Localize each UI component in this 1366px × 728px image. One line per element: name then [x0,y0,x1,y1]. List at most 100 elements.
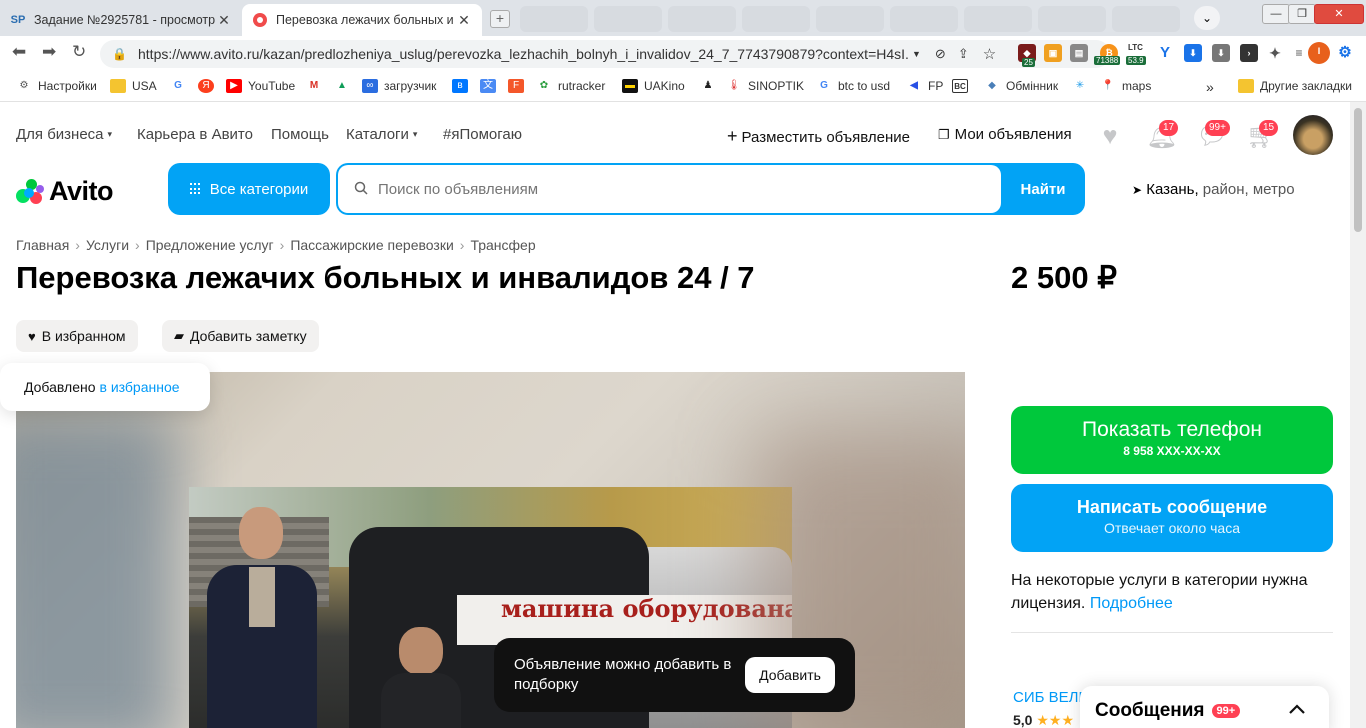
nav-help[interactable]: Помощь [271,126,329,143]
bookmark-figure[interactable]: ♟ [700,79,722,93]
bookmark-settings[interactable]: ⚙ Настройки [16,79,97,93]
close-tab-icon[interactable]: ✕ [216,12,232,29]
bookmark-bc[interactable]: BC [952,79,974,93]
address-bar[interactable]: 🔒 https://www.avito.ru/kazan/predlozheni… [100,40,1110,68]
breadcrumb-item[interactable]: Услуги [86,237,129,253]
bookmark-uakino[interactable]: ▬ UAKino [622,79,685,93]
tab-task[interactable]: SP Задание №2925781 - просмотр з… ✕ [0,4,242,36]
tab-title: Задание №2925781 - просмотр з… [34,13,216,27]
bookmark-translate[interactable]: 文 [480,79,502,93]
folder-icon [1238,79,1254,93]
bookmark-loader[interactable]: ∞ загрузчик [362,79,436,93]
bookmark-rutracker[interactable]: ✿ rutracker [536,79,606,93]
my-ads-link[interactable]: ❐ Мои объявления [938,126,1072,143]
nav-business[interactable]: Для бизнеса ▾ [16,126,112,143]
scrollbar-thumb[interactable] [1354,108,1362,232]
avito-logo[interactable]: Avito [16,176,114,207]
blocked-icon[interactable]: ⊘ [935,46,946,62]
post-ad-link[interactable]: + Разместить объявление [727,126,910,147]
yandex-icon: Я [198,79,214,93]
settings-gear-icon[interactable]: ⚙ [1336,44,1354,62]
tab-search-chevron-icon[interactable]: ⌄ [1194,6,1220,30]
playlist-icon[interactable]: ≡ [1290,44,1308,62]
bookmark-drive[interactable]: ▲ [334,79,356,93]
bookmark-star-icon[interactable]: ☆ [983,45,996,63]
license-more-link[interactable]: Подробнее [1090,595,1173,612]
extension-badge: 25 [1022,58,1035,67]
breadcrumb-item[interactable]: Предложение услуг [146,237,274,253]
bookmark-f[interactable]: F [508,79,530,93]
profile-icon[interactable]: I [1308,42,1330,64]
seller-name[interactable]: СИБ ВЕЛЕ [1013,689,1088,706]
nav-ya-pomogayu[interactable]: #яПомогаю [443,126,522,143]
user-avatar[interactable] [1293,115,1333,155]
chevron-up-icon[interactable] [1285,698,1309,722]
bookmark-google[interactable]: G [170,79,192,93]
close-tab-icon[interactable]: ✕ [456,12,472,29]
back-icon[interactable]: ⬅ [12,42,26,62]
puzzle-icon[interactable]: ✦ [1266,44,1284,62]
uakino-icon: ▬ [622,79,638,93]
breadcrumb-item[interactable]: Главная [16,237,69,253]
divider [1011,632,1333,633]
favorites-link[interactable]: в избранное [100,379,180,395]
location-selector[interactable]: ➤ Казань, район, метро [1132,181,1295,198]
close-window-button[interactable]: ✕ [1314,4,1364,24]
dropdown-arrow-icon[interactable]: ▼ [912,49,921,59]
terminal-icon[interactable]: › [1240,44,1258,62]
figure-icon: ♟ [703,80,713,91]
breadcrumb: Главная › Услуги › Предложение услуг › Пасс… [16,237,536,253]
btc-price-badge: 71388 [1094,56,1121,65]
favorite-button[interactable]: ♥ В избранном [16,320,138,352]
minimize-button[interactable]: — [1262,4,1290,24]
bookmark-btc-to-usd[interactable]: Gbtc to usd [816,79,890,93]
nav-career[interactable]: Карьера в Авито [137,126,253,143]
share-icon[interactable]: ⇪ [958,46,969,62]
find-button[interactable]: Найти [1001,163,1085,215]
background-tabs[interactable] [520,6,1180,32]
messages-badge: 99+ [1205,120,1230,136]
bookmark-yandex[interactable]: Я [198,79,220,93]
add-note-button[interactable]: ▰ Добавить заметку [162,320,319,352]
add-to-collection-toast: Объявление можно добавить в подборку Доб… [494,638,855,712]
reload-icon[interactable]: ↻ [72,42,86,62]
extension-icon[interactable]: ▤ [1070,44,1088,62]
bookmarks-overflow-button[interactable]: » [1206,79,1214,95]
breadcrumb-item[interactable]: Пассажирские перевозки [290,237,453,253]
messenger-panel[interactable]: Сообщения 99+ [1080,686,1329,728]
new-tab-button[interactable]: + [490,10,510,28]
avito-favicon-icon [252,12,268,28]
nav-catalogs[interactable]: Каталоги ▾ [346,126,417,143]
lock-icon: 🔒 [112,47,127,61]
bookmark-usa[interactable]: USA [110,79,157,93]
bookmark-sinoptik[interactable]: 🌡 SINOPTIK [726,79,804,93]
ltc-label: LTC [1128,43,1143,52]
add-to-collection-button[interactable]: Добавить [745,657,835,693]
search-input[interactable] [338,165,1001,213]
maximize-button[interactable]: ❐ [1288,4,1316,24]
forward-icon[interactable]: ➡ [42,42,56,62]
favorites-heart-icon[interactable]: ♥ [1096,122,1124,150]
download-icon[interactable]: ⬇ [1212,44,1230,62]
bookmark-vk[interactable]: в [452,79,474,93]
bookmark-exchanger[interactable]: ◆ Обмінник [984,79,1058,93]
extension-icon[interactable]: Y [1156,44,1174,62]
bookmark-star[interactable]: ✳ [1072,79,1094,93]
bc-icon: BC [952,79,968,93]
bookmark-maps[interactable]: 📍 maps [1100,79,1152,93]
show-phone-button[interactable]: Показать телефон 8 958 XXX-XX-XX [1011,406,1333,474]
bookmark-fp[interactable]: ◀ FP [906,79,943,93]
bookmark-other[interactable]: Другие закладки [1238,79,1352,93]
page-scrollbar[interactable] [1350,102,1366,728]
write-message-button[interactable]: Написать сообщение Отвечает около часа [1011,484,1333,552]
bookmark-gmail[interactable]: M [306,79,328,93]
avito-page: Для бизнеса ▾ Карьера в Авито Помощь Ката… [0,102,1366,728]
all-categories-button[interactable]: Все категории [168,163,330,215]
url-text[interactable]: https://www.avito.ru/kazan/predlozheniya… [138,46,908,62]
tab-avito[interactable]: Перевозка лежачих больных и ин… ✕ [242,4,482,36]
vk-icon: в [452,79,468,93]
download-icon[interactable]: ⬇ [1184,44,1202,62]
extension-icon[interactable]: ▣ [1044,44,1062,62]
breadcrumb-item[interactable]: Трансфер [470,237,535,253]
bookmark-youtube[interactable]: ▶ YouTube [226,79,295,93]
